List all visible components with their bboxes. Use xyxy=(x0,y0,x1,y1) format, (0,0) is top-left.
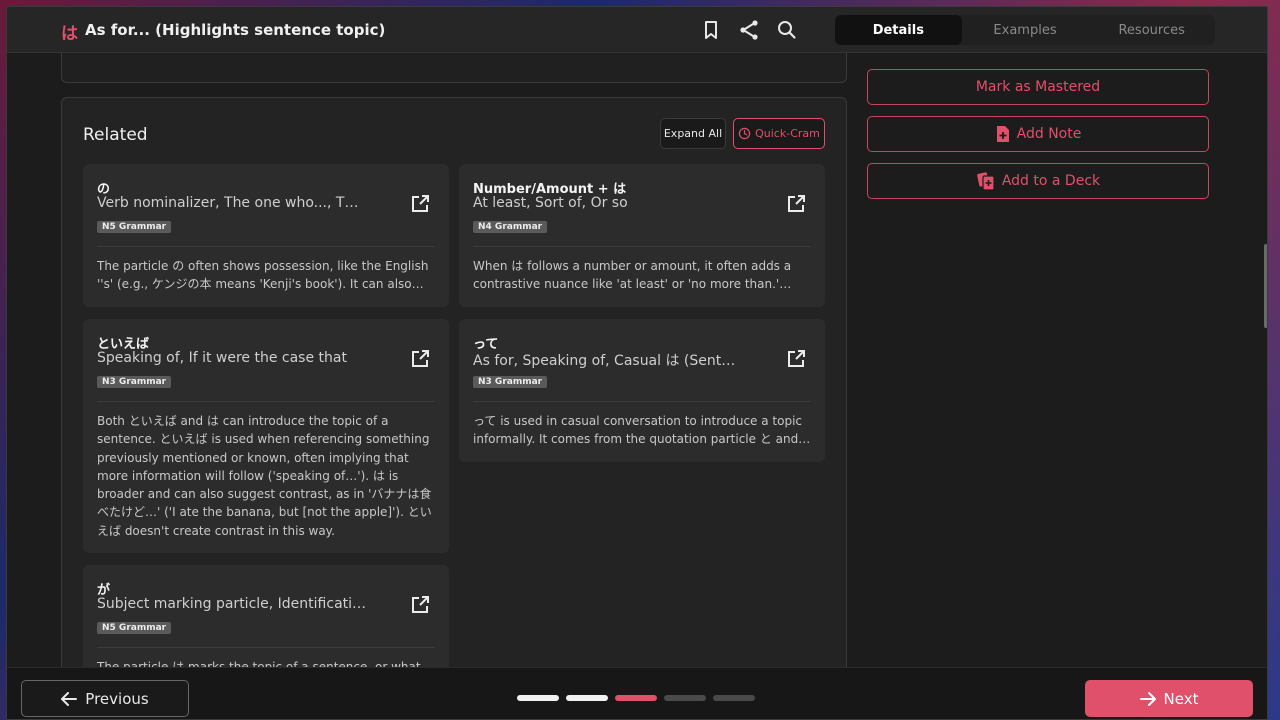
add-to-deck-label: Add to a Deck xyxy=(1001,173,1101,189)
app-logo-icon: は xyxy=(61,24,78,44)
divider xyxy=(97,246,435,247)
main-content: Related Expand All Quick-Cram の Verb nom… xyxy=(7,53,1267,667)
previous-section-card xyxy=(61,53,847,83)
app-window: は As for... (Highlights sentence topic) … xyxy=(6,6,1268,720)
previous-label: Previous xyxy=(85,689,149,708)
tab-resources[interactable]: Resources xyxy=(1088,15,1215,45)
scrollbar-thumb[interactable] xyxy=(1264,244,1267,328)
search-icon[interactable] xyxy=(775,18,799,42)
next-label: Next xyxy=(1163,689,1199,708)
add-note-button[interactable]: Add Note xyxy=(867,116,1209,152)
progress-segment xyxy=(566,695,608,701)
card-meaning: Subject marking particle, Identification… xyxy=(97,596,367,612)
add-note-label: Add Note xyxy=(1016,126,1082,142)
progress-indicator xyxy=(517,695,755,701)
card-meaning: As for, Speaking of, Casual は (Sentence … xyxy=(473,353,743,369)
progress-segment xyxy=(517,695,559,701)
progress-segment xyxy=(713,695,755,701)
mark-as-mastered-button[interactable]: Mark as Mastered xyxy=(867,69,1209,105)
tab-details[interactable]: Details xyxy=(835,15,962,45)
share-icon[interactable] xyxy=(737,18,761,42)
mark-as-mastered-label: Mark as Mastered xyxy=(975,79,1101,95)
clock-icon xyxy=(738,127,751,140)
card-meaning: Speaking of, If it were the case that xyxy=(97,350,347,366)
divider xyxy=(97,647,435,648)
next-button[interactable]: Next xyxy=(1085,680,1253,717)
progress-segment-current xyxy=(615,695,657,701)
quick-cram-label: Quick-Cram xyxy=(755,127,820,140)
top-bar: は As for... (Highlights sentence topic) … xyxy=(7,7,1267,53)
page-title: As for... (Highlights sentence topic) xyxy=(85,21,386,39)
footer-bar: Previous Next xyxy=(7,667,1267,719)
level-badge: N5 Grammar xyxy=(97,622,172,634)
card-description: Both といえば and は can introduce the topic … xyxy=(97,414,432,538)
card-meaning: Verb nominalizer, The one who..., That… xyxy=(97,195,367,211)
previous-button[interactable]: Previous xyxy=(21,680,189,717)
related-card-tte[interactable]: って As for, Speaking of, Casual は (Senten… xyxy=(459,319,825,462)
add-to-deck-button[interactable]: Add to a Deck xyxy=(867,163,1209,199)
card-description: って is used in casual conversation to int… xyxy=(473,414,803,447)
level-badge: N5 Grammar xyxy=(97,221,172,233)
related-card-toieba[interactable]: といえば Speaking of, If it were the case th… xyxy=(83,319,449,553)
arrow-left-icon xyxy=(61,691,78,706)
level-badge: N3 Grammar xyxy=(97,376,172,388)
open-external-icon[interactable] xyxy=(786,194,806,214)
related-panel: Related Expand All Quick-Cram の Verb nom… xyxy=(61,97,847,667)
view-tabs: Details Examples Resources xyxy=(835,15,1215,45)
related-card-no[interactable]: の Verb nominalizer, The one who..., That… xyxy=(83,164,449,307)
tab-examples[interactable]: Examples xyxy=(962,15,1089,45)
related-card-number-amount-wa[interactable]: Number/Amount + は At least, Sort of, Or … xyxy=(459,164,825,307)
open-external-icon[interactable] xyxy=(410,595,430,615)
related-card-ga[interactable]: が Subject marking particle, Identificati… xyxy=(83,565,449,667)
arrow-right-icon xyxy=(1139,691,1156,706)
note-plus-icon xyxy=(996,126,1009,142)
card-meaning: At least, Sort of, Or so xyxy=(473,195,628,211)
level-badge: N3 Grammar xyxy=(473,376,548,388)
expand-all-button[interactable]: Expand All xyxy=(660,118,726,149)
card-description: When は follows a number or amount, it of… xyxy=(473,259,792,292)
divider xyxy=(97,401,435,402)
progress-segment xyxy=(664,695,706,701)
bookmark-icon[interactable] xyxy=(699,18,723,42)
deck-plus-icon xyxy=(976,172,995,191)
level-badge: N4 Grammar xyxy=(473,221,548,233)
card-description: The particle は marks the topic of a sent… xyxy=(97,660,421,667)
related-heading: Related xyxy=(83,125,148,145)
divider xyxy=(473,246,811,247)
open-external-icon[interactable] xyxy=(786,349,806,369)
quick-cram-button[interactable]: Quick-Cram xyxy=(733,118,825,149)
open-external-icon[interactable] xyxy=(410,349,430,369)
card-description: The particle の often shows possession, l… xyxy=(97,259,429,292)
open-external-icon[interactable] xyxy=(410,194,430,214)
divider xyxy=(473,401,811,402)
